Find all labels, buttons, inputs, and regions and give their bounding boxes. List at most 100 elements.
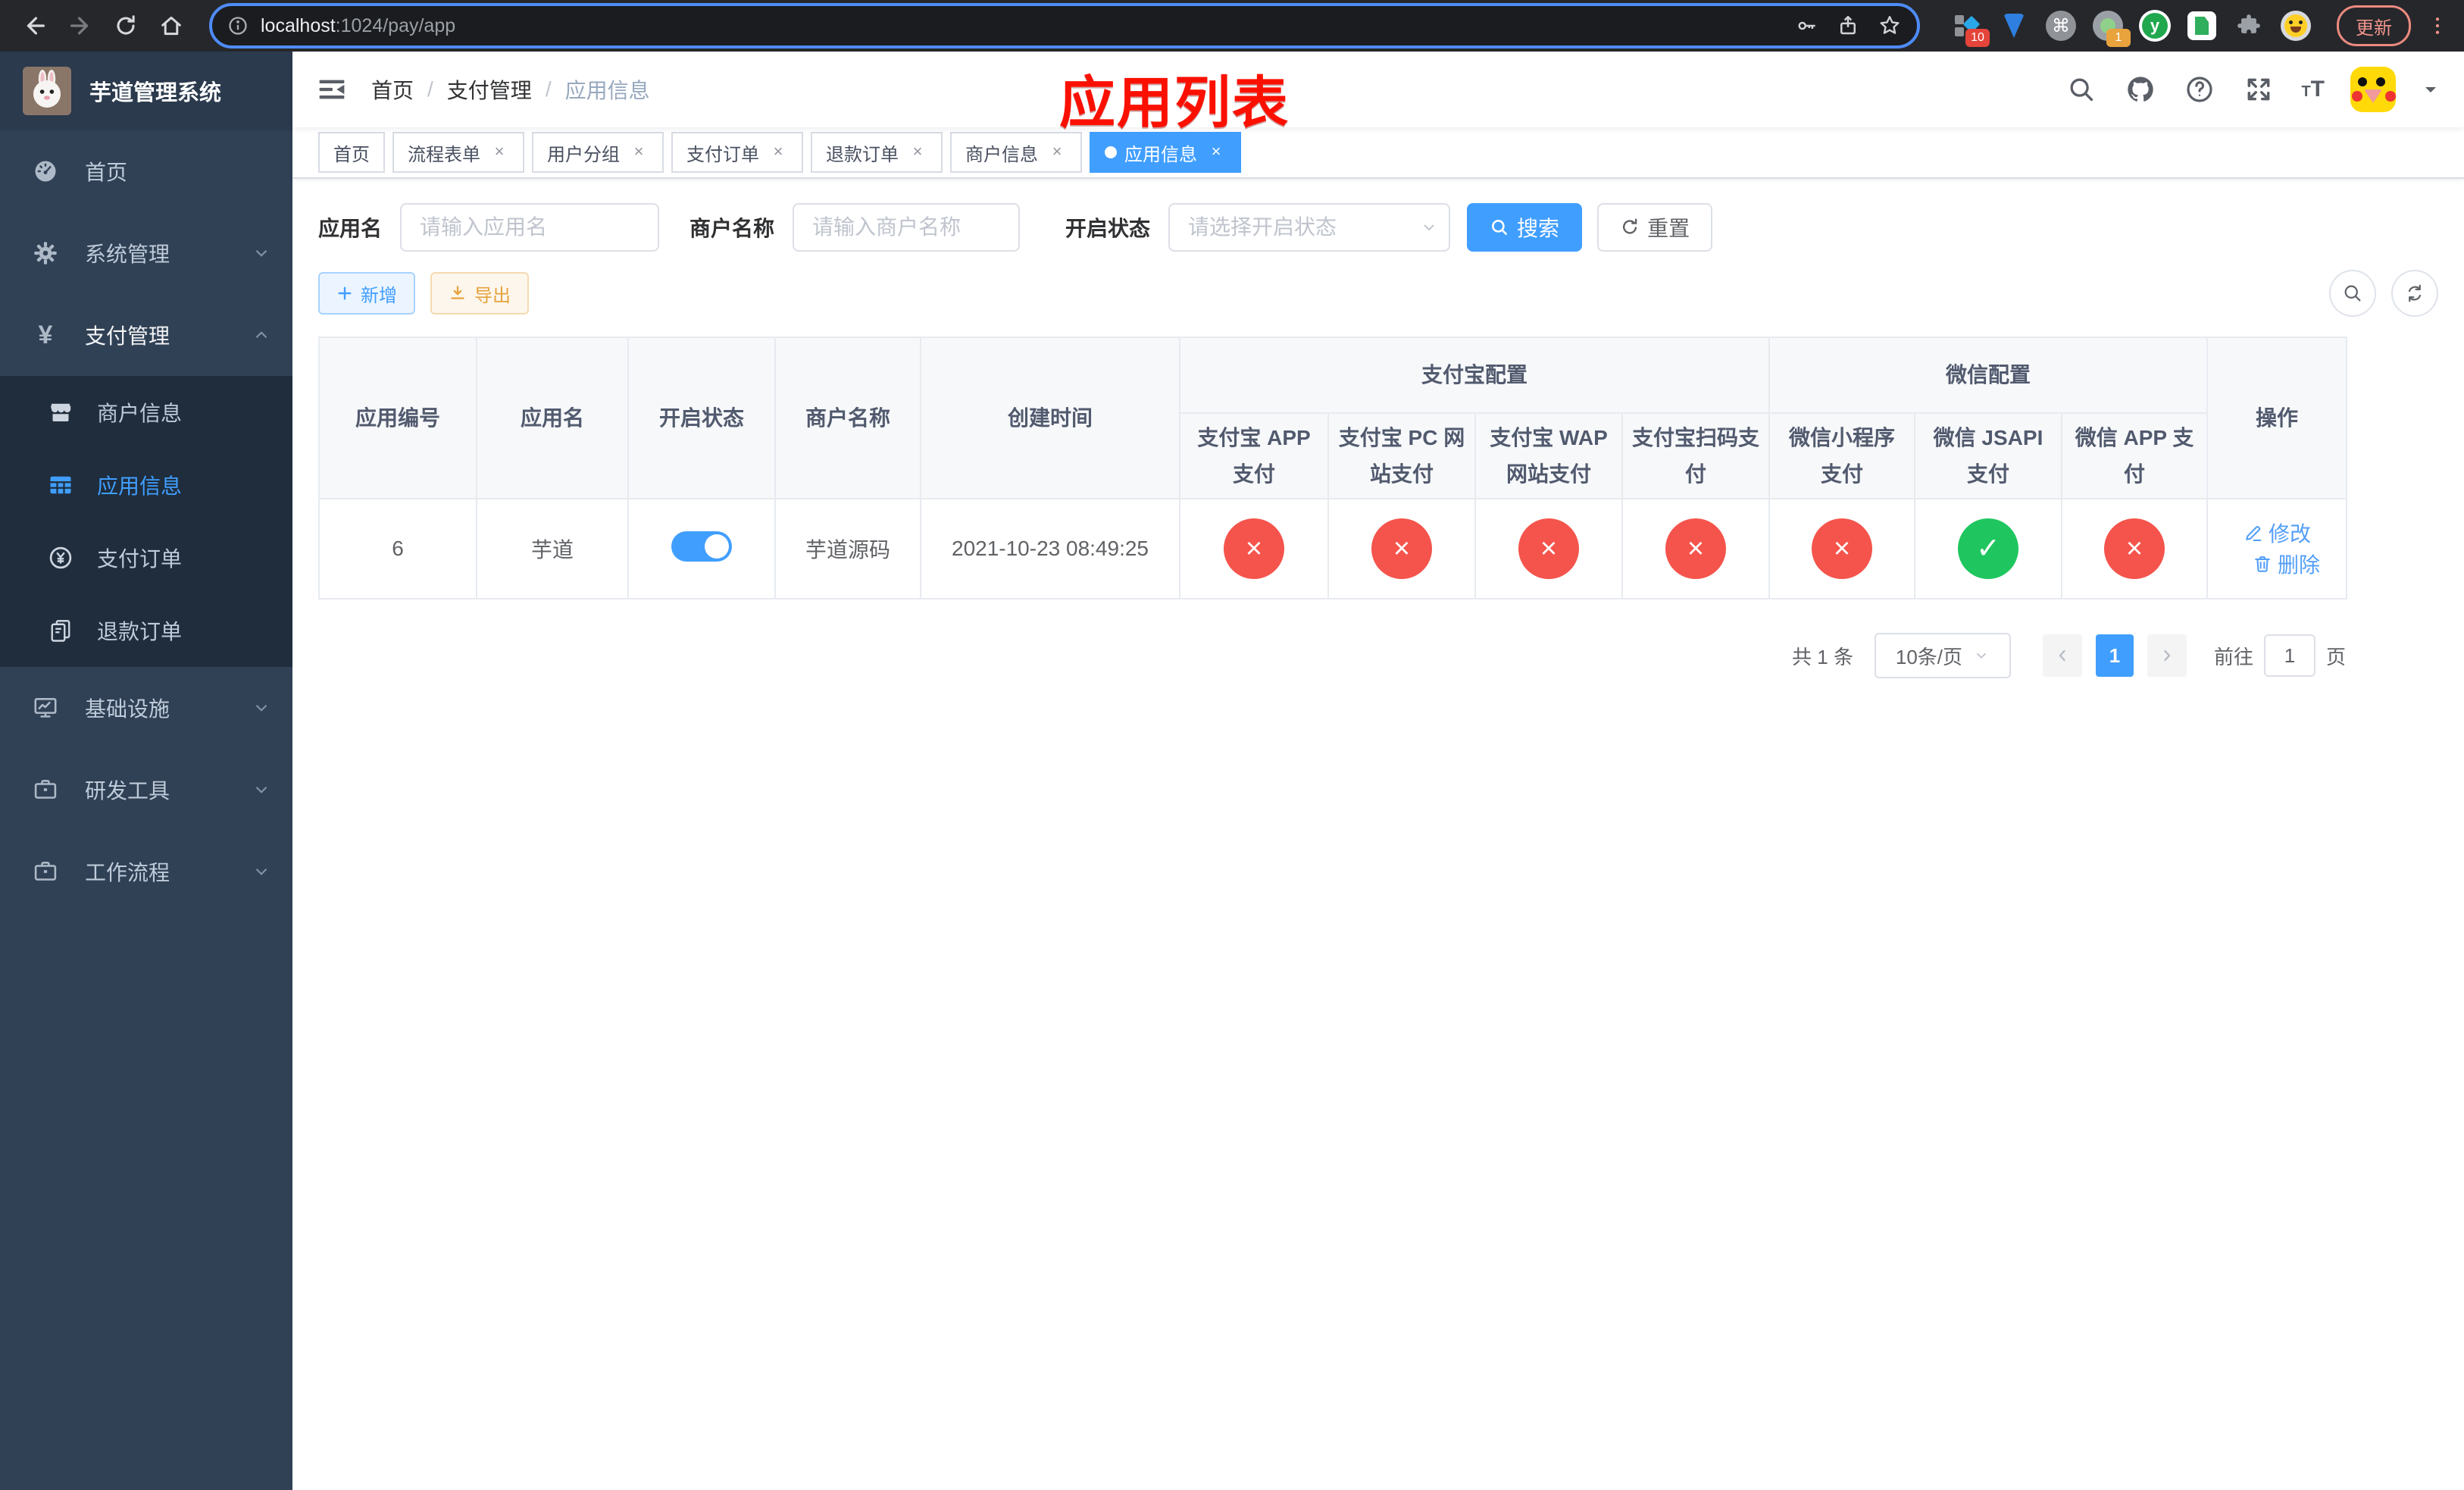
edit-link[interactable]: 修改 [2243,518,2311,548]
sidebar-item-label: 支付管理 [85,324,170,348]
browser-back-icon[interactable] [15,6,55,45]
sidebar-subitem-应用信息[interactable]: 应用信息 [0,449,292,521]
sidebar-item-首页[interactable]: 首页 [0,130,292,212]
delete-link[interactable]: 删除 [2252,549,2320,579]
tab-流程表单[interactable]: 流程表单 × [392,132,524,173]
tab-支付订单[interactable]: 支付订单 × [671,132,803,173]
cell-app-id: 6 [318,498,477,600]
cell-operations: 修改 删除 [2206,498,2348,600]
table-toolbar: 新增 导出 [318,270,2438,317]
app-name-input[interactable] [400,203,660,252]
sidebar-fold-icon[interactable] [317,76,347,103]
tab-退款订单[interactable]: 退款订单 × [811,132,943,173]
sidebar-item-label: 研发工具 [85,779,170,803]
breadcrumb-item-首页[interactable]: 首页 [371,74,414,105]
browser-home-icon[interactable] [152,6,191,45]
table-row: 6 芋道 芋道源码 2021-10-23 08:49:25 × × × × × ✓ × 修改… [318,498,2348,600]
browser-reload-icon[interactable] [106,6,145,45]
goto-page-input[interactable] [2263,634,2315,678]
chevron-down-icon [252,243,271,263]
user-avatar[interactable] [2350,67,2396,112]
github-icon[interactable] [2124,73,2157,106]
refresh-icon[interactable] [2391,270,2438,317]
column-header: 支付宝 WAP 网站支付 [1474,412,1623,500]
top-navbar: 首页 / 支付管理 / 应用信息 TT [292,52,2464,127]
grid-icon [45,470,76,500]
cell-config-status: ✓ [1914,498,2063,600]
password-key-icon[interactable] [1796,14,1818,37]
column-header: 开启状态 [627,337,776,500]
tab-用户分组[interactable]: 用户分组 × [532,132,664,173]
status-toggle[interactable] [671,531,732,562]
extension-doc-icon[interactable] [2185,9,2219,42]
share-icon[interactable] [1837,14,1859,37]
page-size-select[interactable]: 10条/页 [1874,633,2011,679]
fullscreen-icon[interactable] [2242,73,2275,106]
search-button[interactable]: 搜索 [1467,203,1583,252]
extension-recorder-icon[interactable]: 1 [2091,9,2131,47]
sidebar-subitem-退款订单[interactable]: 退款订单 [0,594,292,667]
sidebar-menu: 首页系统管理 ¥ 支付管理 [0,130,292,376]
chevron-down-icon[interactable] [2422,80,2440,99]
page-suffix-label: 页 [2325,645,2346,668]
reset-button[interactable]: 重置 [1597,203,1713,252]
sidebar-item-label: 支付订单 [97,547,183,571]
browser-forward-icon[interactable] [61,6,100,45]
sidebar-item-基础设施[interactable]: 基础设施 [0,667,292,749]
cross-circle-icon: × [1371,518,1432,580]
sidebar-item-label: 系统管理 [85,243,170,266]
sidebar-item-工作流程[interactable]: 工作流程 [0,831,292,912]
extension-grid-icon[interactable]: 10 [1950,9,1990,47]
close-icon[interactable]: × [629,142,649,162]
prev-page-button[interactable] [2042,634,2082,678]
next-page-button[interactable] [2147,634,2187,678]
chevron-up-icon [252,325,271,345]
extensions-puzzle-icon[interactable] [2232,9,2265,42]
show-search-icon[interactable] [2329,270,2376,317]
status-select-input[interactable] [1168,203,1451,252]
address-bar[interactable]: localhost:1024/pay/app [209,3,1920,49]
close-icon[interactable]: × [489,142,509,162]
cell-config-status: × [1179,498,1329,600]
group-header-wechat: 微信配置 [1768,337,2209,414]
font-size-icon[interactable]: TT [2301,77,2325,102]
search-icon[interactable] [2065,73,2098,106]
browser-menu-icon[interactable] [2426,14,2449,37]
cell-status [627,498,776,600]
sidebar-item-系统管理[interactable]: 系统管理 [0,212,292,294]
question-icon[interactable] [2183,73,2216,106]
add-button[interactable]: 新增 [318,272,415,315]
extension-y-icon[interactable]: y [2138,9,2172,42]
sidebar-subitem-支付订单[interactable]: 支付订单 [0,521,292,594]
close-icon[interactable]: × [908,142,927,162]
browser-toolbar: localhost:1024/pay/app 10 ⌘ 1 y 更新 [0,0,2464,52]
export-button[interactable]: 导出 [430,272,529,315]
sidebar-subitem-商户信息[interactable]: 商户信息 [0,376,292,449]
search-button-label: 搜索 [1517,217,1560,240]
page-number-1[interactable]: 1 [2095,634,2134,678]
monitor-icon [30,693,61,723]
page-content: 应用名 商户名称 开启状态 搜索 重置 新增 导出 [292,179,2464,679]
extension-kite-icon[interactable] [1997,9,2031,42]
merchant-name-input[interactable] [793,203,1021,252]
tab-首页[interactable]: 首页 [318,132,385,173]
close-icon[interactable]: × [1206,142,1226,162]
yen-icon: ¥ [38,321,53,349]
column-header: 应用编号 [318,337,477,500]
check-circle-icon: ✓ [1958,518,2019,580]
breadcrumb-item-支付管理[interactable]: 支付管理 [447,74,532,105]
sidebar-item-研发工具[interactable]: 研发工具 [0,749,292,831]
tab-应用信息[interactable]: 应用信息 × [1090,132,1241,173]
extension-command-icon[interactable]: ⌘ [2044,9,2078,42]
chrome-update-button[interactable]: 更新 [2337,5,2411,46]
bookmark-star-icon[interactable] [1878,14,1902,38]
sidebar-logo[interactable]: 芋道管理系统 [0,52,292,130]
close-icon[interactable]: × [768,142,788,162]
page-size-value: 10条/页 [1895,645,1963,668]
status-select[interactable] [1168,203,1451,252]
site-info-icon[interactable] [227,15,249,36]
tab-商户信息[interactable]: 商户信息 × [950,132,1082,173]
close-icon[interactable]: × [1047,142,1067,162]
profile-avatar-icon[interactable] [2279,9,2312,42]
sidebar-item-支付管理[interactable]: ¥ 支付管理 [0,294,292,376]
